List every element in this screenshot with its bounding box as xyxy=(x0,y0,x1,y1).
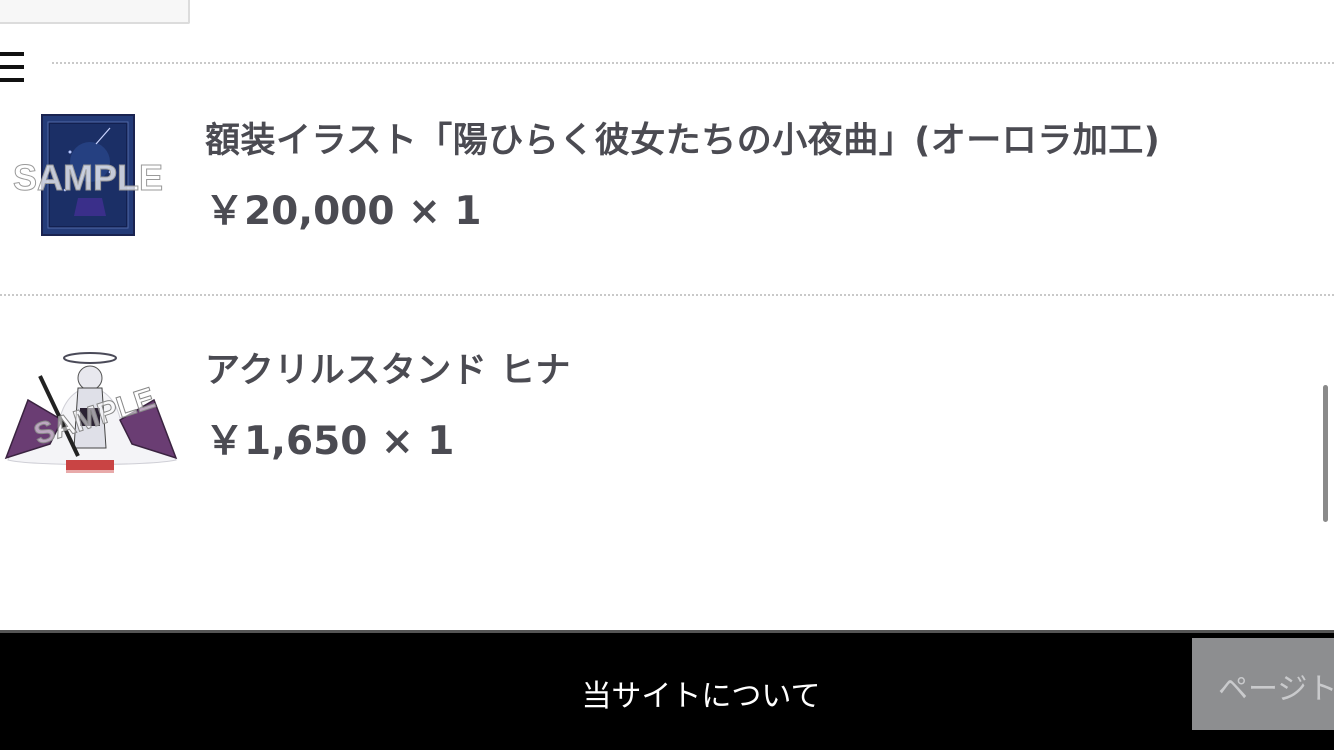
item-title[interactable]: アクリルスタンド ヒナ xyxy=(205,342,571,393)
item-title[interactable]: 額装イラスト「陽ひらく彼女たちの小夜曲」(オーロラ加工) xyxy=(205,112,1160,163)
item-price: ￥1,650 × 1 xyxy=(205,419,455,464)
footer: 当サイトについて ページト xyxy=(0,630,1334,750)
framed-illustration-thumbnail[interactable]: SAMPLE xyxy=(10,112,170,237)
top-partial-box xyxy=(0,0,190,24)
cart-item: SAMPLE 額装イラスト「陽ひらく彼女たちの小夜曲」(オーロラ加工) ￥20,… xyxy=(0,100,1334,290)
hamburger-menu-icon[interactable] xyxy=(0,50,24,84)
cart-item: SAMPLE アクリルスタンド ヒナ ￥1,650 × 1 xyxy=(0,330,1334,520)
sample-watermark: SAMPLE xyxy=(13,157,163,198)
page-top-button[interactable]: ページト xyxy=(1192,638,1334,730)
item-price: ￥20,000 × 1 xyxy=(205,189,482,234)
top-divider xyxy=(52,62,1334,64)
item-divider xyxy=(0,294,1334,296)
about-site-link[interactable]: 当サイトについて xyxy=(0,671,1334,715)
page: SAMPLE 額装イラスト「陽ひらく彼女たちの小夜曲」(オーロラ加工) ￥20,… xyxy=(0,0,1334,750)
scrollbar[interactable] xyxy=(1323,385,1328,522)
acrylic-stand-thumbnail[interactable]: SAMPLE xyxy=(0,348,182,478)
